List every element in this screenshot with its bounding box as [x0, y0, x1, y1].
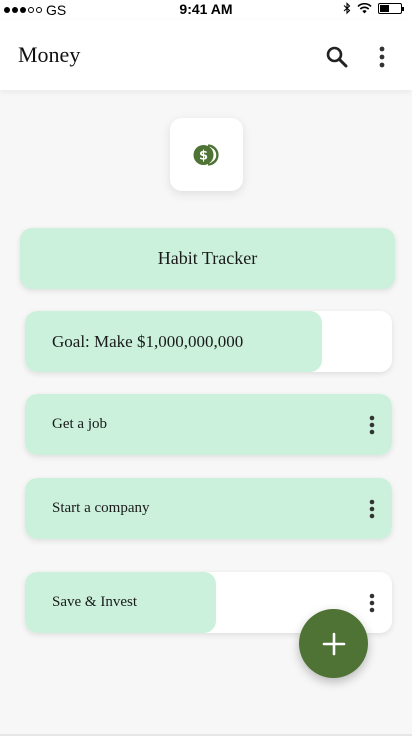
more-vert-icon — [369, 499, 375, 518]
wifi-icon — [357, 3, 372, 14]
logo-card: $ — [170, 118, 243, 191]
goal-label: Goal: Make $1,000,000,000 — [52, 331, 244, 351]
more-vert-icon — [369, 593, 375, 612]
goal-card[interactable]: Goal: Make $1,000,000,000 — [25, 311, 392, 372]
status-right — [343, 2, 404, 15]
habit-label: Save & Invest — [52, 594, 137, 610]
app-bar: Money — [0, 20, 412, 90]
more-vert-icon — [379, 46, 385, 68]
dollar-coin-icon: $ — [193, 143, 219, 166]
screen: GS 9:41 AM Money $ Habit Tracker Goal: M… — [0, 0, 412, 736]
add-habit-button[interactable] — [299, 609, 368, 678]
habit-options-button[interactable] — [362, 394, 382, 455]
habit-label: Start a company — [52, 500, 150, 516]
plus-icon — [322, 632, 345, 655]
habit-options-button[interactable] — [362, 572, 382, 633]
app-title: Money — [18, 42, 81, 67]
habit-tracker-title: Habit Tracker — [157, 248, 258, 268]
search-button[interactable] — [322, 42, 352, 72]
habit-options-button[interactable] — [362, 478, 382, 539]
habit-label: Get a job — [52, 416, 107, 432]
bluetooth-icon — [343, 2, 351, 15]
habit-item-get-a-job[interactable]: Get a job — [25, 394, 392, 455]
habit-tracker-header: Habit Tracker — [20, 228, 395, 289]
battery-icon — [378, 3, 404, 14]
search-icon — [326, 46, 348, 68]
more-vert-icon — [369, 415, 375, 434]
more-options-button[interactable] — [368, 42, 396, 72]
status-bar: GS 9:41 AM — [0, 0, 412, 20]
svg-text:$: $ — [198, 148, 207, 163]
habit-item-start-a-company[interactable]: Start a company — [25, 478, 392, 539]
